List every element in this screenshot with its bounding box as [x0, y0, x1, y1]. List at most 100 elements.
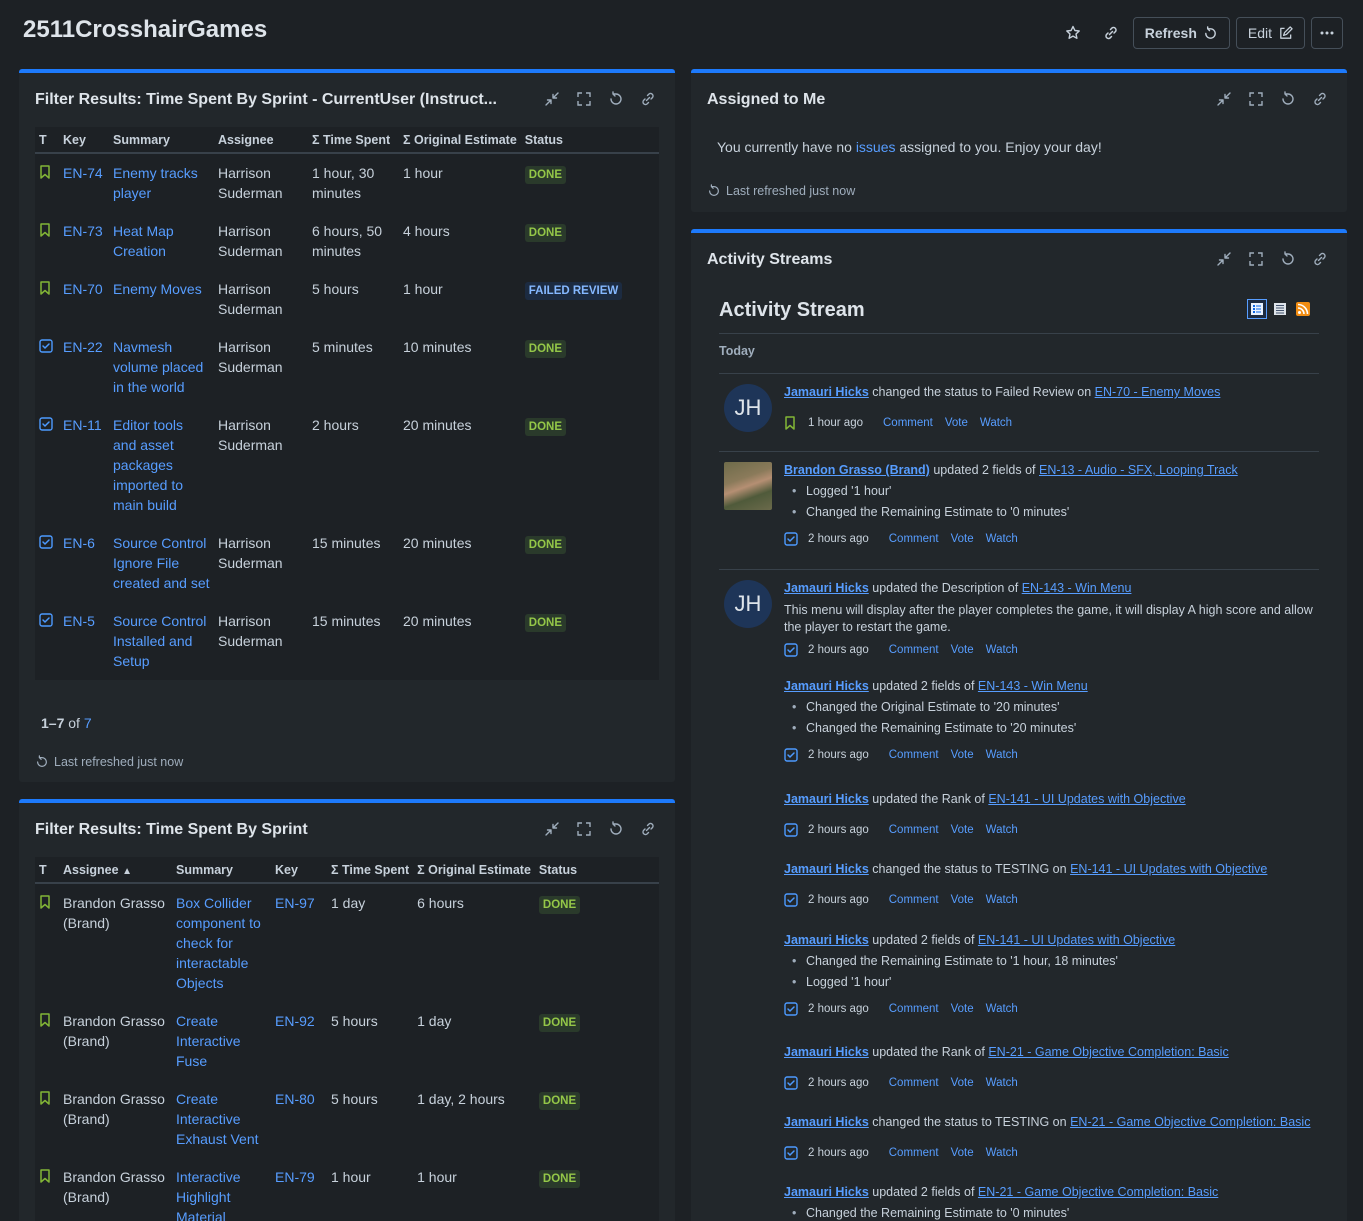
- issue-link[interactable]: EN-21 - Game Objective Completion: Basic: [988, 1045, 1228, 1059]
- summary-link[interactable]: Source Control Ignore File created and s…: [113, 535, 210, 591]
- watch-link[interactable]: Watch: [986, 533, 1018, 545]
- watch-link[interactable]: Watch: [980, 417, 1012, 429]
- column-header[interactable]: Status: [520, 127, 659, 154]
- comment-link[interactable]: Comment: [883, 417, 933, 429]
- issue-link[interactable]: EN-143 - Win Menu: [978, 679, 1088, 693]
- comment-link[interactable]: Comment: [889, 1077, 939, 1089]
- issue-link[interactable]: EN-21 - Game Objective Completion: Basic: [1070, 1115, 1310, 1129]
- issue-key-link[interactable]: EN-97: [275, 895, 315, 911]
- user-link[interactable]: Jamauri Hicks: [784, 862, 869, 876]
- summary-link[interactable]: Navmesh volume placed in the world: [113, 339, 203, 395]
- column-header[interactable]: Σ Original Estimate: [399, 127, 521, 154]
- issue-key-link[interactable]: EN-92: [275, 1013, 315, 1029]
- minimize-icon[interactable]: [1213, 88, 1235, 110]
- issue-key-link[interactable]: EN-22: [63, 339, 103, 355]
- column-header[interactable]: T: [35, 127, 59, 154]
- comment-link[interactable]: Comment: [889, 894, 939, 906]
- summary-link[interactable]: Create Interactive Fuse: [176, 1013, 241, 1069]
- minimize-icon[interactable]: [1213, 248, 1235, 270]
- comment-link[interactable]: Comment: [889, 749, 939, 761]
- minimize-icon[interactable]: [541, 818, 563, 840]
- vote-link[interactable]: Vote: [951, 824, 974, 836]
- issue-link[interactable]: EN-13 - Audio - SFX, Looping Track: [1039, 463, 1238, 477]
- refresh-icon[interactable]: [605, 818, 627, 840]
- summary-link[interactable]: Heat Map Creation: [113, 223, 174, 259]
- maximize-icon[interactable]: [573, 88, 595, 110]
- vote-link[interactable]: Vote: [951, 894, 974, 906]
- user-link[interactable]: Jamauri Hicks: [784, 385, 869, 399]
- watch-link[interactable]: Watch: [986, 894, 1018, 906]
- link-icon[interactable]: [1095, 17, 1127, 49]
- summary-link[interactable]: Interactive Highlight Material: [176, 1169, 241, 1221]
- comment-link[interactable]: Comment: [889, 1147, 939, 1159]
- column-header[interactable]: Status: [534, 857, 659, 884]
- issues-link[interactable]: issues: [856, 139, 896, 155]
- issue-key-link[interactable]: EN-11: [63, 417, 102, 433]
- summary-link[interactable]: Enemy tracks player: [113, 165, 198, 201]
- vote-link[interactable]: Vote: [945, 417, 968, 429]
- user-link[interactable]: Jamauri Hicks: [784, 933, 869, 947]
- refresh-icon[interactable]: [605, 88, 627, 110]
- avatar[interactable]: JH: [724, 580, 772, 628]
- issue-key-link[interactable]: EN-70: [63, 281, 103, 297]
- column-header[interactable]: Key: [271, 857, 327, 884]
- issue-link[interactable]: EN-70 - Enemy Moves: [1095, 385, 1221, 399]
- issue-link[interactable]: EN-141 - UI Updates with Objective: [1070, 862, 1267, 876]
- user-link[interactable]: Jamauri Hicks: [784, 1185, 869, 1199]
- watch-link[interactable]: Watch: [986, 644, 1018, 656]
- link-icon[interactable]: [637, 88, 659, 110]
- link-icon[interactable]: [1309, 88, 1331, 110]
- summary-link[interactable]: Source Control Installed and Setup: [113, 613, 206, 669]
- summary-link[interactable]: Create Interactive Exhaust Vent: [176, 1091, 259, 1147]
- summary-link[interactable]: Box Collider component to check for inte…: [176, 895, 261, 991]
- edit-button[interactable]: Edit: [1235, 17, 1305, 49]
- full-view-icon[interactable]: [1247, 299, 1267, 319]
- issue-key-link[interactable]: EN-79: [275, 1169, 315, 1185]
- issue-link[interactable]: EN-141 - UI Updates with Objective: [978, 933, 1175, 947]
- issue-key-link[interactable]: EN-74: [63, 165, 103, 181]
- issue-key-link[interactable]: EN-5: [63, 613, 95, 629]
- refresh-icon[interactable]: [1277, 88, 1299, 110]
- issue-key-link[interactable]: EN-73: [63, 223, 103, 239]
- user-link[interactable]: Jamauri Hicks: [784, 1045, 869, 1059]
- pager-total-link[interactable]: 7: [84, 715, 92, 731]
- comment-link[interactable]: Comment: [889, 644, 939, 656]
- summary-link[interactable]: Editor tools and asset packages imported…: [113, 417, 183, 513]
- issue-key-link[interactable]: EN-6: [63, 535, 95, 551]
- avatar[interactable]: JH: [724, 384, 772, 432]
- maximize-icon[interactable]: [573, 818, 595, 840]
- comment-link[interactable]: Comment: [889, 1003, 939, 1015]
- link-icon[interactable]: [1309, 248, 1331, 270]
- column-header[interactable]: Assignee: [214, 127, 308, 154]
- more-options-button[interactable]: [1311, 17, 1343, 49]
- user-link[interactable]: Jamauri Hicks: [784, 581, 869, 595]
- vote-link[interactable]: Vote: [951, 1003, 974, 1015]
- watch-link[interactable]: Watch: [986, 824, 1018, 836]
- vote-link[interactable]: Vote: [951, 1147, 974, 1159]
- user-link[interactable]: Jamauri Hicks: [784, 679, 869, 693]
- column-header[interactable]: Σ Time Spent: [327, 857, 414, 884]
- star-icon[interactable]: [1057, 17, 1089, 49]
- maximize-icon[interactable]: [1245, 88, 1267, 110]
- watch-link[interactable]: Watch: [986, 1147, 1018, 1159]
- vote-link[interactable]: Vote: [951, 749, 974, 761]
- issue-key-link[interactable]: EN-80: [275, 1091, 315, 1107]
- refresh-icon[interactable]: [1277, 248, 1299, 270]
- issue-link[interactable]: EN-143 - Win Menu: [1022, 581, 1132, 595]
- user-link[interactable]: Jamauri Hicks: [784, 1115, 869, 1129]
- watch-link[interactable]: Watch: [986, 1003, 1018, 1015]
- column-header[interactable]: Σ Time Spent: [308, 127, 399, 154]
- list-view-icon[interactable]: [1270, 299, 1290, 319]
- comment-link[interactable]: Comment: [889, 824, 939, 836]
- column-header[interactable]: Key: [59, 127, 109, 154]
- rss-feed-icon[interactable]: [1293, 299, 1313, 319]
- user-link[interactable]: Jamauri Hicks: [784, 792, 869, 806]
- user-link[interactable]: Brandon Grasso (Brand): [784, 463, 930, 477]
- avatar[interactable]: [724, 462, 772, 510]
- column-header[interactable]: Summary: [109, 127, 214, 154]
- watch-link[interactable]: Watch: [986, 1077, 1018, 1089]
- column-header[interactable]: Summary: [172, 857, 271, 884]
- minimize-icon[interactable]: [541, 88, 563, 110]
- vote-link[interactable]: Vote: [951, 644, 974, 656]
- comment-link[interactable]: Comment: [889, 533, 939, 545]
